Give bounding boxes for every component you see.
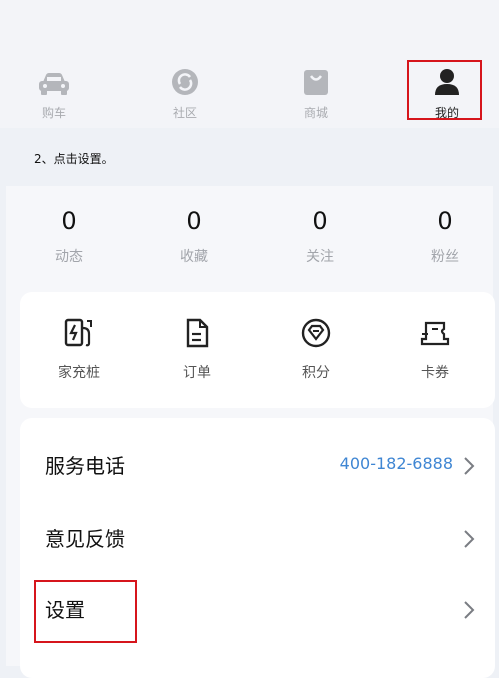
tab-buy-car[interactable]: 购车 (14, 62, 94, 122)
quick-points[interactable]: 积分 (271, 318, 361, 382)
shopping-bag-icon (302, 62, 330, 96)
stat-following[interactable]: 0 关注 (270, 206, 370, 266)
quick-label: 订单 (183, 365, 211, 381)
stat-followers[interactable]: 0 粉丝 (395, 206, 495, 266)
quick-actions-card: 家充桩 订单 积分 卡券 (20, 292, 495, 408)
step-caption: 2、点击设置。 (0, 128, 499, 186)
service-phone-number[interactable]: 400-182-6888 (340, 454, 453, 473)
quick-coupons[interactable]: 卡券 (390, 318, 480, 382)
menu-label: 服务电话 (45, 454, 125, 478)
tab-label: 社区 (172, 106, 197, 120)
stat-value: 0 (186, 207, 202, 235)
highlight-box-mine (407, 60, 482, 120)
quick-home-charger[interactable]: 家充桩 (34, 318, 124, 382)
coupon-icon (419, 318, 451, 352)
chevron-right-icon (463, 529, 475, 553)
tab-label: 商城 (303, 106, 328, 120)
stat-favorites[interactable]: 0 收藏 (144, 206, 244, 266)
stat-posts[interactable]: 0 动态 (19, 206, 119, 266)
community-icon (171, 62, 199, 96)
quick-orders[interactable]: 订单 (152, 318, 242, 382)
quick-label: 积分 (302, 365, 330, 381)
tab-community[interactable]: 社区 (145, 62, 225, 122)
stat-value: 0 (312, 207, 328, 235)
chevron-right-icon (463, 456, 475, 480)
menu-item-feedback[interactable]: 意见反馈 (20, 513, 495, 563)
car-icon (37, 62, 71, 96)
highlight-box-settings (34, 580, 137, 643)
stat-label: 收藏 (180, 249, 208, 265)
stats-row: 0 动态 0 收藏 0 关注 0 粉丝 (6, 206, 493, 276)
stat-label: 动态 (55, 249, 83, 265)
quick-label: 家充桩 (58, 365, 100, 381)
stat-label: 粉丝 (431, 249, 459, 265)
points-diamond-icon (300, 318, 332, 352)
caption-text: 2、点击设置。 (34, 152, 114, 166)
order-icon (181, 318, 213, 352)
tab-label: 购车 (41, 106, 66, 120)
quick-label: 卡券 (421, 365, 449, 381)
stat-label: 关注 (306, 249, 334, 265)
chevron-right-icon (463, 600, 475, 624)
stat-value: 0 (437, 207, 453, 235)
menu-label: 意见反馈 (45, 527, 125, 551)
menu-item-service-phone[interactable]: 服务电话 400-182-6888 (20, 440, 495, 490)
charging-pile-icon (63, 318, 95, 352)
tab-mall[interactable]: 商城 (276, 62, 356, 122)
stat-value: 0 (61, 207, 77, 235)
bottom-tab-bar: 购车 社区 商城 我的 (0, 0, 499, 128)
